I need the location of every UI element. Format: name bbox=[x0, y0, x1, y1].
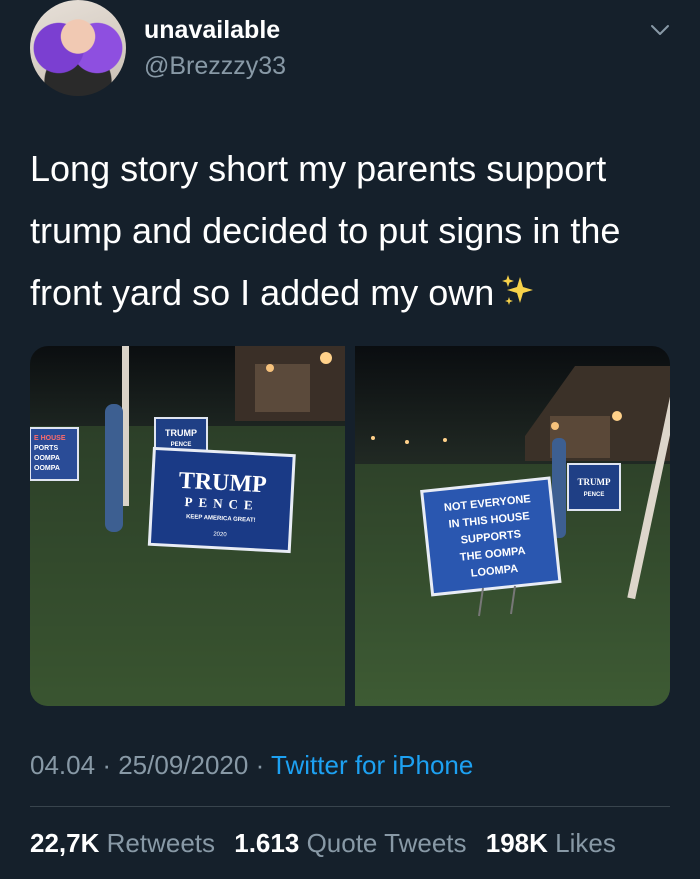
meta-separator-2: · bbox=[255, 750, 265, 780]
retweets-label: Retweets bbox=[106, 828, 216, 858]
meta-separator: · bbox=[102, 750, 111, 780]
avatar[interactable] bbox=[30, 0, 126, 96]
likes-stat[interactable]: 198K Likes bbox=[486, 828, 616, 858]
right-back-sign-line-1: TRUMP bbox=[578, 477, 611, 487]
retweets-stat[interactable]: 22,7K Retweets bbox=[30, 828, 215, 858]
left-back-sign-line-2: PENCE bbox=[171, 442, 192, 448]
tweet-time[interactable]: 04.04 bbox=[30, 750, 95, 780]
photo-left[interactable]: TRUMP PENCE E HOUSE PORTS OOMPA OOMPA TR… bbox=[30, 346, 345, 706]
photo-right[interactable]: TRUMP PENCE NOT EVERYONE IN THIS HOUSE S… bbox=[355, 346, 670, 706]
tweet-stats: 22,7K Retweets 1.613 Quote Tweets 198K L… bbox=[30, 828, 628, 859]
display-name[interactable]: unavailable bbox=[144, 16, 280, 45]
tweet-date[interactable]: 25/09/2020 bbox=[118, 750, 248, 780]
tweet: unavailable @Brezzzy33 Long story short … bbox=[0, 0, 700, 879]
retweets-count: 22,7K bbox=[30, 828, 100, 858]
tweet-text: Long story short my parents support trum… bbox=[30, 138, 680, 324]
sparkles-icon bbox=[502, 275, 534, 305]
quote-tweets-stat[interactable]: 1.613 Quote Tweets bbox=[234, 828, 466, 858]
right-back-sign-line-2: PENCE bbox=[584, 492, 605, 498]
likes-label: Likes bbox=[555, 828, 616, 858]
quote-tweets-count: 1.613 bbox=[234, 828, 300, 858]
left-edge-sign-line-2: PORTS bbox=[34, 445, 58, 452]
tweet-source-link[interactable]: Twitter for iPhone bbox=[271, 750, 473, 780]
likes-count: 198K bbox=[485, 828, 548, 858]
left-edge-sign-line-4: OOMPA bbox=[34, 465, 60, 472]
tweet-meta: 04.04 · 25/09/2020 · Twitter for iPhone bbox=[30, 750, 473, 781]
left-main-sign-line-4: 2020 bbox=[213, 532, 227, 539]
user-handle[interactable]: @Brezzzy33 bbox=[144, 52, 286, 81]
divider bbox=[30, 806, 670, 807]
left-edge-sign-line-1: E HOUSE bbox=[34, 435, 66, 442]
left-edge-sign-line-3: OOMPA bbox=[34, 455, 60, 462]
chevron-down-icon[interactable] bbox=[648, 18, 672, 42]
left-back-sign-line-1: TRUMP bbox=[165, 428, 197, 438]
quote-tweets-label: Quote Tweets bbox=[306, 828, 467, 858]
